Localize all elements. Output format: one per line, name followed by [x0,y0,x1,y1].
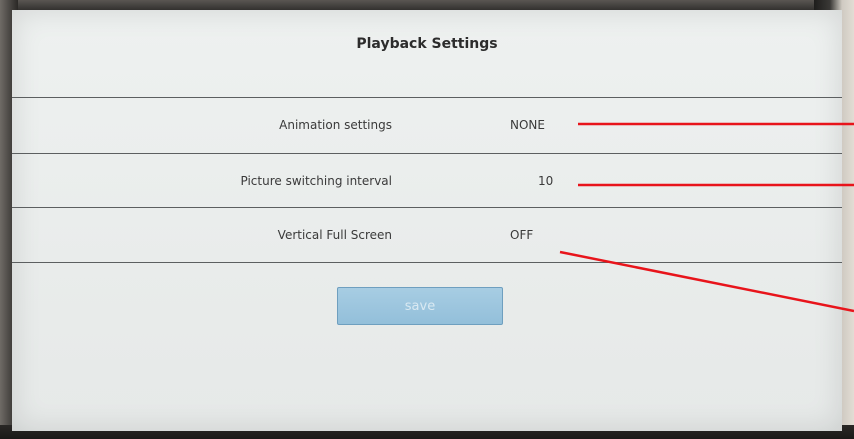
setting-label: Vertical Full Screen [277,228,392,242]
save-button[interactable]: save [337,287,503,325]
setting-value[interactable]: 10 [538,154,553,208]
setting-value[interactable]: OFF [510,208,533,262]
setting-label: Animation settings [279,118,392,132]
setting-value[interactable]: NONE [510,98,545,152]
setting-row-switching-interval[interactable]: Picture switching interval 10 [12,154,842,208]
divider [12,262,842,263]
page-title: Playback Settings [356,36,498,52]
setting-row-vertical-full-screen[interactable]: Vertical Full Screen OFF [12,208,842,262]
setting-label: Picture switching interval [240,174,392,188]
setting-row-animation[interactable]: Animation settings NONE [12,98,842,152]
settings-screen: Playback Settings Animation settings NON… [12,10,842,431]
